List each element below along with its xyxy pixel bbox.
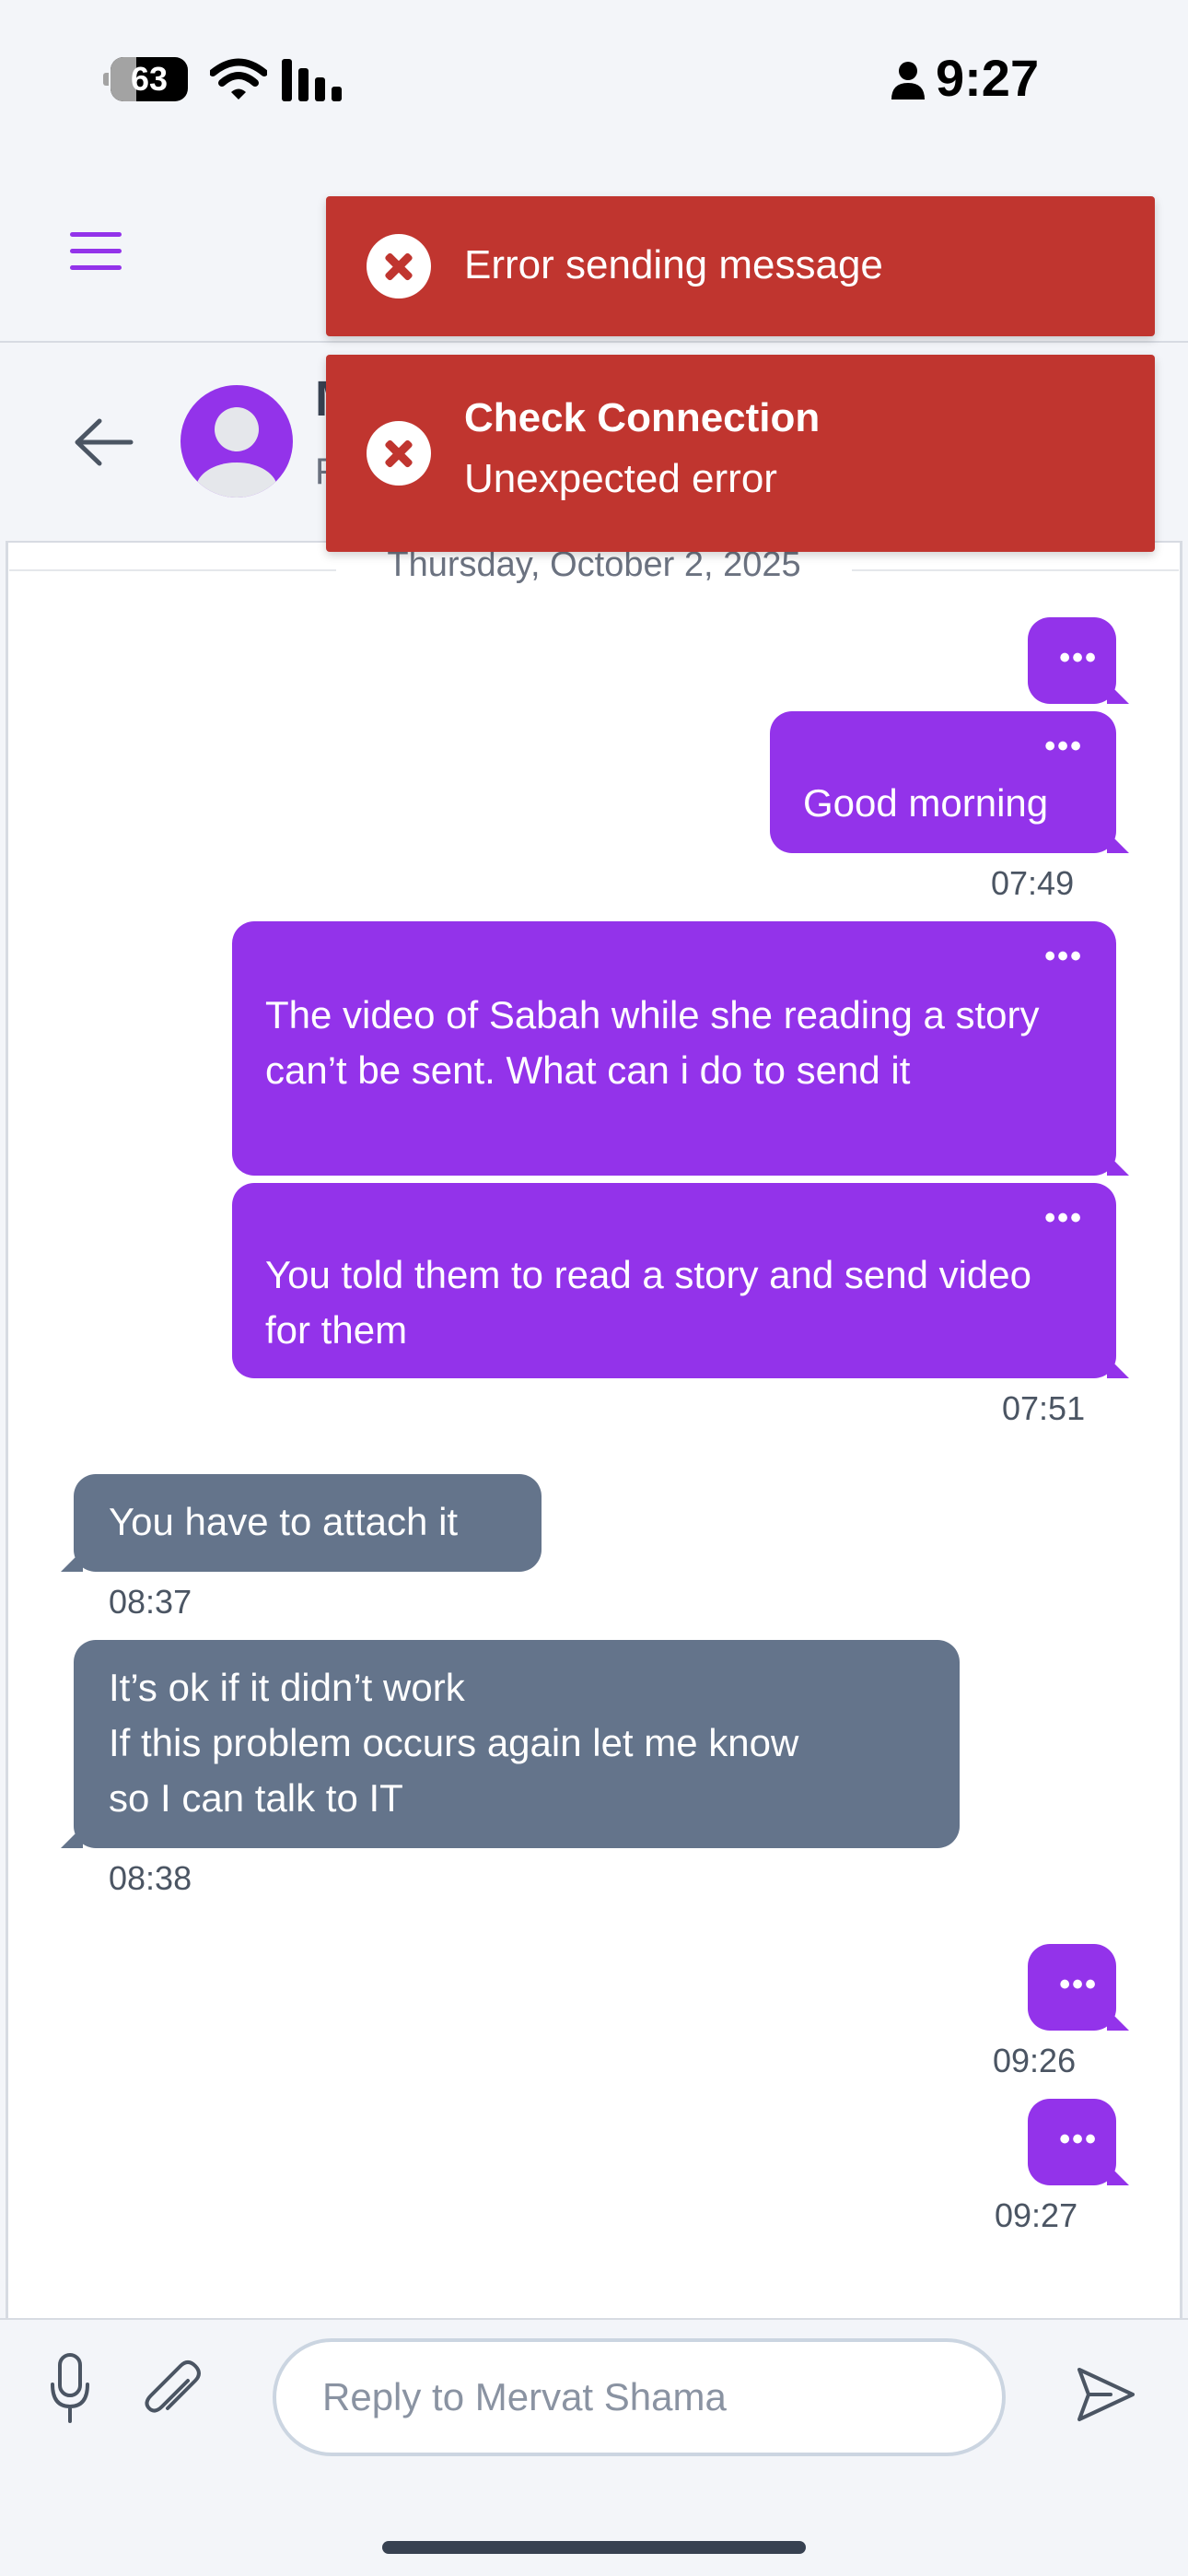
message-time: 09:27 xyxy=(995,2196,1078,2234)
battery-indicator: 63 xyxy=(103,57,188,101)
message-options-icon[interactable]: ••• xyxy=(1044,719,1083,774)
microphone-icon[interactable] xyxy=(50,2353,90,2423)
user-avatar-icon xyxy=(196,407,277,498)
message-line: so I can talk to IT xyxy=(109,1776,403,1820)
avatar[interactable] xyxy=(181,385,293,498)
battery-level: 63 xyxy=(130,60,169,98)
message-line: It’s ok if it didn’t work xyxy=(109,1666,465,1709)
message-time: 09:26 xyxy=(993,2042,1077,2079)
message-bubble-incoming[interactable]: It’s ok if it didn’t work If this proble… xyxy=(61,1640,960,1848)
reply-input[interactable] xyxy=(273,2338,1006,2456)
message-text: The video of Sabah while she reading a s… xyxy=(265,993,1040,1092)
message-bubble-outgoing[interactable]: ••• The video of Sabah while she reading… xyxy=(232,921,1129,1176)
send-icon[interactable] xyxy=(1074,2362,1138,2427)
message-bubble-outgoing[interactable]: ••• You told them to read a story and se… xyxy=(232,1183,1129,1378)
clock: 9:27 xyxy=(936,49,1040,107)
message-text: Good morning xyxy=(803,781,1049,825)
home-indicator[interactable] xyxy=(382,2541,806,2554)
toast-title: Error sending message xyxy=(464,242,883,287)
message-bubble-outgoing[interactable]: ••• xyxy=(1028,617,1129,704)
message-time: 08:38 xyxy=(109,1859,192,1897)
wifi-icon xyxy=(210,58,267,100)
message-options-icon[interactable]: ••• xyxy=(1059,1957,1098,2012)
message-text: You told them to read a story and send v… xyxy=(265,1253,1032,1352)
error-icon xyxy=(367,234,431,299)
message-bubble-outgoing[interactable]: ••• Good morning xyxy=(770,711,1129,853)
person-icon xyxy=(891,62,925,100)
bottom-safe-area xyxy=(0,2480,1188,2576)
message-time: 08:37 xyxy=(109,1583,192,1621)
message-bubble-incoming[interactable]: You have to attach it xyxy=(61,1474,542,1572)
message-line: If this problem occurs again let me know xyxy=(109,1721,799,1764)
paperclip-icon[interactable] xyxy=(138,2359,204,2425)
toast-title: Check Connection xyxy=(464,395,821,440)
message-time: 07:49 xyxy=(991,864,1075,902)
message-bubble-outgoing[interactable]: ••• xyxy=(1028,1944,1129,2031)
error-toast[interactable]: Check Connection Unexpected error xyxy=(326,355,1155,552)
error-icon xyxy=(367,421,431,486)
message-text: You have to attach it xyxy=(109,1500,459,1543)
message-time: 07:51 xyxy=(1002,1389,1086,1427)
message-bubble-outgoing[interactable]: ••• xyxy=(1028,2099,1129,2185)
message-options-icon[interactable]: ••• xyxy=(1059,2112,1098,2167)
hamburger-icon[interactable] xyxy=(70,228,125,273)
message-options-icon[interactable]: ••• xyxy=(1044,929,1083,984)
toast-message: Unexpected error xyxy=(464,456,777,501)
arrow-left-icon[interactable] xyxy=(72,416,136,468)
message-text: It’s ok if it didn’t work If this proble… xyxy=(109,1660,926,1826)
message-options-icon[interactable]: ••• xyxy=(1059,630,1098,685)
message-options-icon[interactable]: ••• xyxy=(1044,1190,1083,1246)
signal-icon xyxy=(282,59,342,101)
error-toast[interactable]: Error sending message xyxy=(326,196,1155,336)
